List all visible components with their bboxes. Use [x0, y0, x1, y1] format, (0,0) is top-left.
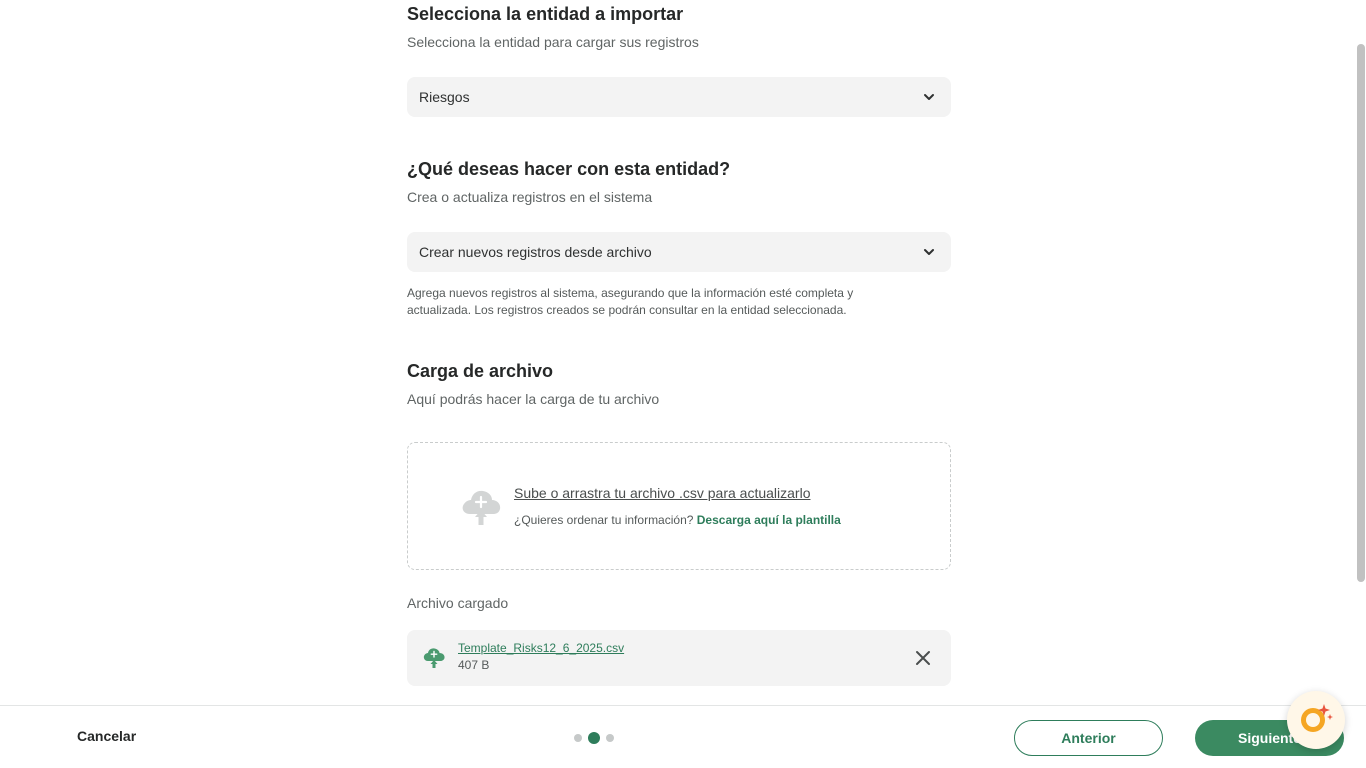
entity-select-value: Riesgos — [419, 89, 470, 105]
entity-section-title: Selecciona la entidad a importar — [407, 4, 684, 24]
dropzone-question: ¿Quieres ordenar tu información? — [514, 513, 694, 527]
loaded-file-label: Archivo cargado — [407, 595, 509, 611]
download-template-link[interactable]: Descarga aquí la plantilla — [697, 513, 841, 527]
step-dot-active — [588, 732, 600, 744]
previous-button[interactable]: Anterior — [1014, 720, 1163, 756]
dropzone-template-hint: ¿Quieres ordenar tu información? Descarg… — [514, 513, 841, 527]
chevron-down-icon — [919, 87, 939, 107]
step-dot — [574, 734, 582, 742]
close-icon[interactable] — [911, 646, 935, 670]
step-indicator — [574, 731, 614, 745]
loaded-file-card: Template_Risks12_6_2025.csv 407 B — [407, 630, 951, 686]
entity-select[interactable]: Riesgos — [407, 77, 951, 117]
page-scrollbar[interactable] — [1356, 0, 1366, 705]
entity-section-subtitle: Selecciona la entidad para cargar sus re… — [407, 34, 699, 50]
scrollbar-thumb[interactable] — [1357, 44, 1365, 582]
cloud-upload-icon — [458, 483, 504, 529]
action-section-subtitle: Crea o actualiza registros en el sistema — [407, 189, 653, 205]
upload-section-title: Carga de archivo — [407, 361, 554, 381]
action-help-line: actualizada. Los registros creados se po… — [407, 303, 847, 317]
file-dropzone[interactable]: Sube o arrastra tu archivo .csv para act… — [407, 442, 951, 570]
action-select[interactable]: Crear nuevos registros desde archivo — [407, 232, 951, 272]
cloud-file-icon — [421, 644, 447, 670]
action-help-line: Agrega nuevos registros al sistema, aseg… — [407, 286, 854, 300]
upload-section-subtitle: Aquí podrás hacer la carga de tu archivo — [407, 391, 660, 407]
chevron-down-icon — [919, 242, 939, 262]
wizard-footer: Cancelar Anterior Siguiente — [0, 705, 1366, 768]
action-help-text: Agrega nuevos registros al sistema, aseg… — [407, 285, 951, 319]
ai-assistant-icon — [1296, 698, 1336, 743]
loaded-file-name[interactable]: Template_Risks12_6_2025.csv — [458, 641, 624, 655]
loaded-file-size: 407 B — [458, 658, 490, 672]
assistant-button[interactable] — [1287, 691, 1345, 749]
action-select-value: Crear nuevos registros desde archivo — [419, 244, 652, 260]
dropzone-upload-link[interactable]: Sube o arrastra tu archivo .csv para act… — [514, 485, 810, 501]
cancel-button[interactable]: Cancelar — [77, 728, 136, 744]
action-section-title: ¿Qué deseas hacer con esta entidad? — [407, 159, 731, 179]
step-dot — [606, 734, 614, 742]
